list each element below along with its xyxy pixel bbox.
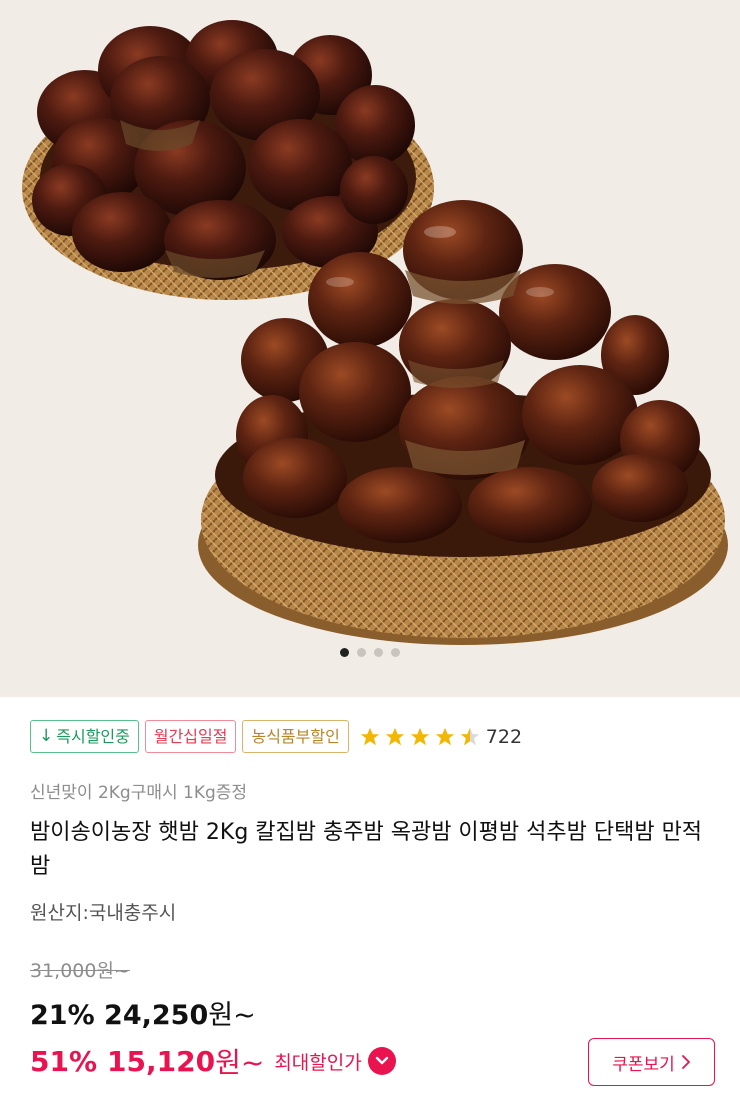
star-full-icon [410, 727, 429, 745]
promo-text: 신년맞이 2Kg구매시 1Kg증정 [30, 783, 248, 803]
carousel-dot-2[interactable] [357, 648, 366, 657]
carousel-dot-1[interactable] [340, 648, 349, 657]
instant-discount-label: 즉시할인중 [56, 727, 130, 746]
product-image[interactable] [0, 0, 740, 697]
badge-row: ↓ 즉시할인중 월간십일절 농식품부할인 722 [30, 720, 522, 753]
origin-text: 원산지:국내충주시 [30, 902, 177, 924]
max-discount-unit: 원~ [215, 1046, 265, 1079]
sale-percent: 21% [30, 1000, 95, 1031]
review-count: 722 [485, 725, 523, 748]
carousel-indicator[interactable] [0, 648, 740, 657]
star-half-icon [460, 727, 479, 745]
sale-price-unit: 원~ [208, 1000, 256, 1031]
carousel-dot-4[interactable] [391, 648, 400, 657]
chestnut-basket-illustration [22, 20, 728, 645]
original-price: 31,000원~ [30, 960, 130, 982]
agri-discount-label: 농식품부할인 [251, 727, 340, 746]
down-arrow-icon: ↓ [39, 726, 54, 746]
chevron-right-icon [681, 1055, 690, 1069]
sale-price-row: 21% 24,250원~ [30, 993, 256, 1032]
instant-discount-badge: ↓ 즉시할인중 [30, 720, 139, 753]
star-full-icon [385, 727, 404, 745]
max-discount-price: 15,120 [107, 1044, 216, 1078]
star-full-icon [435, 727, 454, 745]
rating[interactable]: 722 [359, 726, 522, 748]
max-discount-row[interactable]: 51% 15,120 원~ 최대할인가 [30, 1041, 396, 1081]
star-full-icon [360, 727, 379, 745]
chevron-down-icon[interactable] [367, 1047, 396, 1075]
carousel-dot-3[interactable] [374, 648, 383, 657]
coupon-view-label: 쿠폰보기 [612, 1054, 675, 1075]
monthly-11st-badge: 월간십일절 [144, 720, 237, 753]
max-discount-percent: 51% [30, 1044, 98, 1078]
monthly-11st-label: 월간십일절 [153, 727, 228, 746]
sale-price: 24,250 [104, 1000, 209, 1031]
coupon-view-button[interactable]: 쿠폰보기 [588, 1038, 715, 1086]
max-discount-label: 최대할인가 [274, 1051, 362, 1074]
product-title: 밤이송이농장 햇밤 2Kg 칼집밤 충주밤 옥광밤 이평밤 석추밤 단택밤 만적… [30, 820, 703, 879]
agri-discount-badge: 농식품부할인 [242, 720, 349, 753]
